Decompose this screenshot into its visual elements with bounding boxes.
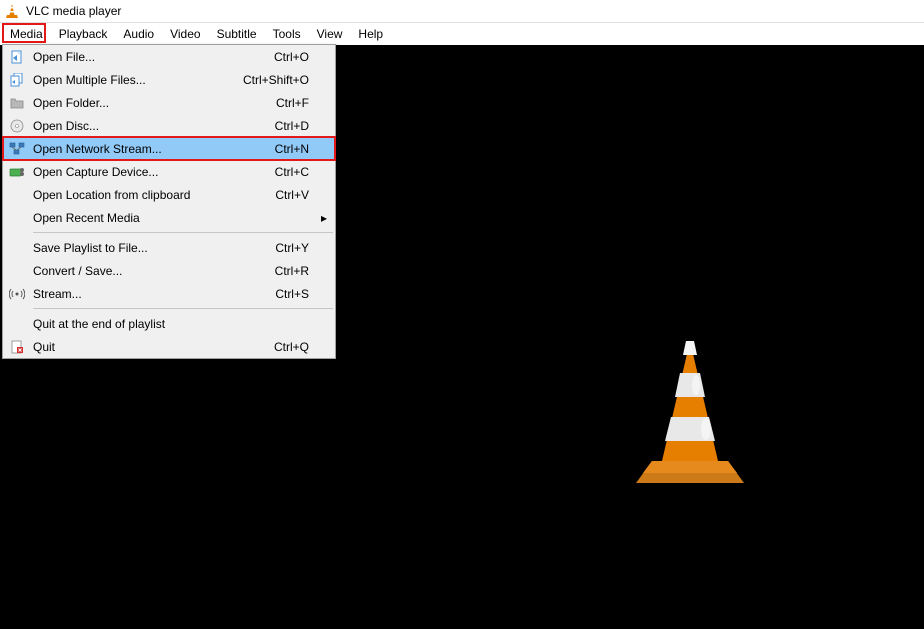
menu-open-location-clipboard[interactable]: Open Location from clipboard Ctrl+V xyxy=(3,183,335,206)
menu-item-label: Open File... xyxy=(33,50,274,64)
media-dropdown: Open File... Ctrl+O Open Multiple Files.… xyxy=(2,44,336,359)
capture-icon xyxy=(7,164,27,180)
folder-icon xyxy=(7,95,27,111)
menu-convert-save[interactable]: Convert / Save... Ctrl+R xyxy=(3,259,335,282)
menu-separator xyxy=(33,308,333,309)
menu-item-label: Save Playlist to File... xyxy=(33,241,275,255)
menu-open-capture-device[interactable]: Open Capture Device... Ctrl+C xyxy=(3,160,335,183)
menu-item-label: Open Disc... xyxy=(33,119,275,133)
menu-view[interactable]: View xyxy=(309,23,351,45)
menubar: Media Playback Audio Video Subtitle Tool… xyxy=(0,23,924,45)
blank-icon xyxy=(7,316,27,332)
menu-item-shortcut: Ctrl+O xyxy=(274,50,331,64)
vlc-cone-icon xyxy=(4,3,20,19)
menu-item-label: Open Folder... xyxy=(33,96,276,110)
menu-video[interactable]: Video xyxy=(162,23,208,45)
blank-icon xyxy=(7,210,27,226)
menu-media[interactable]: Media xyxy=(2,23,51,45)
menu-separator xyxy=(33,232,333,233)
menu-open-network-stream[interactable]: Open Network Stream... Ctrl+N xyxy=(3,137,335,160)
menu-subtitle[interactable]: Subtitle xyxy=(209,23,265,45)
files-icon xyxy=(7,72,27,88)
vlc-cone-logo xyxy=(620,335,760,485)
blank-icon xyxy=(7,187,27,203)
titlebar: VLC media player xyxy=(0,0,924,23)
network-icon xyxy=(7,141,27,157)
menu-item-shortcut: Ctrl+Y xyxy=(275,241,331,255)
menu-item-label: Quit xyxy=(33,340,274,354)
menu-open-disc[interactable]: Open Disc... Ctrl+D xyxy=(3,114,335,137)
window-title: VLC media player xyxy=(26,4,121,18)
menu-item-label: Open Network Stream... xyxy=(33,142,275,156)
menu-open-folder[interactable]: Open Folder... Ctrl+F xyxy=(3,91,335,114)
menu-item-shortcut: Ctrl+F xyxy=(276,96,331,110)
menu-item-shortcut: Ctrl+S xyxy=(275,287,331,301)
menu-item-label: Open Recent Media xyxy=(33,211,331,225)
menu-audio[interactable]: Audio xyxy=(115,23,162,45)
menu-item-label: Quit at the end of playlist xyxy=(33,317,331,331)
menu-item-shortcut: Ctrl+C xyxy=(275,165,331,179)
disc-icon xyxy=(7,118,27,134)
menu-item-shortcut: Ctrl+Shift+O xyxy=(243,73,331,87)
blank-icon xyxy=(7,240,27,256)
menu-item-label: Open Capture Device... xyxy=(33,165,275,179)
menu-open-multiple-files[interactable]: Open Multiple Files... Ctrl+Shift+O xyxy=(3,68,335,91)
menu-open-file[interactable]: Open File... Ctrl+O xyxy=(3,45,335,68)
menu-item-shortcut: Ctrl+Q xyxy=(274,340,331,354)
menu-item-label: Stream... xyxy=(33,287,275,301)
menu-quit[interactable]: Quit Ctrl+Q xyxy=(3,335,335,358)
menu-item-shortcut: Ctrl+V xyxy=(275,188,331,202)
menu-save-playlist[interactable]: Save Playlist to File... Ctrl+Y xyxy=(3,236,335,259)
menu-item-shortcut: Ctrl+N xyxy=(275,142,331,156)
blank-icon xyxy=(7,263,27,279)
menu-item-label: Open Location from clipboard xyxy=(33,188,275,202)
quit-icon xyxy=(7,339,27,355)
menu-playback[interactable]: Playback xyxy=(51,23,116,45)
menu-quit-end-playlist[interactable]: Quit at the end of playlist xyxy=(3,312,335,335)
stream-icon xyxy=(7,286,27,302)
menu-item-label: Convert / Save... xyxy=(33,264,275,278)
submenu-arrow-icon: ▸ xyxy=(321,211,327,225)
menu-item-label: Open Multiple Files... xyxy=(33,73,243,87)
menu-open-recent-media[interactable]: Open Recent Media ▸ xyxy=(3,206,335,229)
menu-item-shortcut: Ctrl+R xyxy=(275,264,331,278)
menu-help[interactable]: Help xyxy=(350,23,391,45)
menu-stream[interactable]: Stream... Ctrl+S xyxy=(3,282,335,305)
file-icon xyxy=(7,49,27,65)
menu-item-shortcut: Ctrl+D xyxy=(275,119,331,133)
menu-tools[interactable]: Tools xyxy=(265,23,309,45)
